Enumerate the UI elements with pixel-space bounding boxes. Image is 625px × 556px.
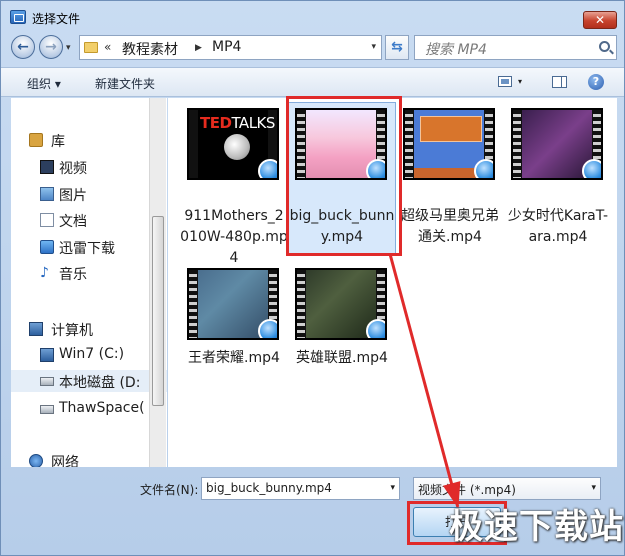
forward-button[interactable]: →: [39, 35, 63, 59]
breadcrumb-overflow[interactable]: «: [104, 40, 111, 54]
preview-pane-icon[interactable]: [552, 76, 567, 88]
sidebar-item-label: 网络: [51, 455, 79, 467]
refresh-button[interactable]: ⇆: [385, 35, 409, 60]
sidebar-item-label: 计算机: [51, 323, 93, 339]
filename-field[interactable]: big_buck_bunny.mp4 ▾: [201, 477, 400, 500]
folder-icon: [84, 42, 98, 53]
sidebar-item-label: 迅雷下载: [59, 241, 115, 257]
navigation-bar: ← → ▾ « 教程素材 ▶ MP4 ▾ ⇆ 搜索 MP4: [1, 32, 624, 62]
film-strip: [405, 110, 413, 178]
media-player-icon: [366, 319, 385, 338]
ted-logo: TEDTALKS: [200, 114, 275, 132]
view-dropdown-icon[interactable]: ▾: [518, 77, 522, 86]
sidebar-item-label: 文档: [59, 214, 87, 230]
help-icon[interactable]: ?: [588, 74, 604, 90]
film-strip: [297, 270, 305, 338]
windows-drive-icon: [40, 348, 54, 362]
chevron-down-icon[interactable]: ▾: [591, 483, 596, 493]
chevron-down-icon[interactable]: ▾: [390, 483, 395, 493]
video-thumbnail: [403, 108, 495, 180]
watermark: 极速下载站: [449, 507, 624, 547]
organize-button[interactable]: 组织 ▾: [27, 75, 61, 92]
video-thumbnail: TEDTALKS: [187, 108, 279, 180]
filename-value[interactable]: big_buck_bunny.mp4: [206, 481, 332, 495]
document-icon: [40, 213, 54, 227]
file-name: 少女时代KaraT-ara.mp4: [507, 208, 609, 245]
app-icon: [10, 10, 26, 24]
video-thumbnail: [511, 108, 603, 180]
mario-title-card: [420, 116, 482, 142]
lightbulb-icon: [224, 134, 250, 160]
media-player-icon: [258, 319, 277, 338]
address-bar[interactable]: « 教程素材 ▶ MP4 ▾: [79, 35, 382, 60]
music-note-icon: ♪: [40, 265, 49, 281]
recent-pages-dropdown[interactable]: ▾: [66, 43, 71, 53]
video-thumbnail: [187, 268, 279, 340]
network-icon: [29, 454, 43, 467]
drive-icon: [40, 405, 54, 414]
drive-icon: [40, 377, 54, 386]
sidebar-item-label: 音乐: [59, 267, 87, 283]
ted-logo-talks: TALKS: [231, 114, 275, 132]
file-item-karat-ara[interactable]: 少女时代KaraT-ara.mp4: [504, 102, 612, 282]
sidebar-item-label: Win7 (C:): [59, 346, 125, 362]
scrollbar-thumb[interactable]: [152, 216, 164, 406]
media-player-icon: [474, 159, 493, 178]
picture-icon: [40, 187, 54, 201]
navigation-pane: 库 视频 图片 文档 迅雷下载 ♪ 音乐 计算机 Win7 (C:) 本地磁盘 …: [11, 98, 167, 467]
search-input[interactable]: 搜索 MP4: [425, 39, 487, 59]
window-title: 选择文件: [32, 12, 81, 26]
video-thumbnail: [295, 268, 387, 340]
view-options-icon[interactable]: [498, 76, 512, 87]
breadcrumb-mp4[interactable]: MP4: [212, 39, 241, 55]
filetype-value: 视频文件 (*.mp4): [418, 483, 516, 497]
file-item-wangzhe[interactable]: 王者荣耀.mp4: [180, 262, 288, 442]
file-dialog: 选择文件 ✕ ← → ▾ « 教程素材 ▶ MP4 ▾ ⇆ 搜索 MP4 组织 …: [0, 0, 625, 556]
file-name: 超级马里奥兄弟通关.mp4: [401, 208, 499, 245]
new-folder-button[interactable]: 新建文件夹: [95, 75, 155, 92]
search-icon[interactable]: [599, 41, 610, 52]
file-item-lol[interactable]: 英雄联盟.mp4: [288, 262, 396, 442]
media-player-icon: [258, 159, 277, 178]
sidebar-scrollbar[interactable]: [149, 98, 166, 467]
command-toolbar: 组织 ▾ 新建文件夹 ▾ ?: [1, 67, 624, 97]
breadcrumb-separator[interactable]: ▶: [195, 43, 202, 53]
file-item-super-mario[interactable]: 超级马里奥兄弟通关.mp4: [396, 102, 504, 282]
sidebar-item-label: 图片: [59, 188, 87, 204]
film-strip: [189, 270, 197, 338]
close-button[interactable]: ✕: [583, 11, 617, 29]
sidebar-item-label: 库: [51, 134, 65, 150]
ted-logo-text: TED: [200, 114, 232, 132]
file-name: 英雄联盟.mp4: [296, 350, 388, 366]
sidebar-item-label: 视频: [59, 161, 87, 177]
film-strip: [513, 110, 521, 178]
filetype-select[interactable]: 视频文件 (*.mp4) ▾: [413, 477, 601, 500]
file-item-911mothers[interactable]: TEDTALKS 911Mothers_2010W-480p.mp4: [180, 102, 288, 282]
back-button[interactable]: ←: [11, 35, 35, 59]
video-icon: [40, 160, 54, 174]
media-player-icon: [582, 159, 601, 178]
file-name: 911Mothers_2010W-480p.mp4: [180, 208, 288, 266]
address-dropdown-icon[interactable]: ▾: [371, 42, 376, 52]
computer-icon: [29, 322, 43, 336]
sidebar-item-drive-d[interactable]: 本地磁盘 (D:: [11, 370, 167, 392]
xunlei-icon: [40, 240, 54, 254]
title-bar: 选择文件 ✕: [1, 1, 624, 31]
breadcrumb-tutorial[interactable]: 教程素材: [122, 39, 178, 59]
annotation-highlight-file: [286, 96, 402, 256]
sidebar-item-label: 本地磁盘 (D:: [59, 375, 141, 391]
library-icon: [29, 133, 43, 147]
file-name: 王者荣耀.mp4: [188, 350, 280, 366]
search-box[interactable]: 搜索 MP4: [414, 35, 617, 60]
filename-label: 文件名(N):: [140, 483, 199, 497]
sidebar-item-label: ThawSpace(: [59, 400, 145, 416]
